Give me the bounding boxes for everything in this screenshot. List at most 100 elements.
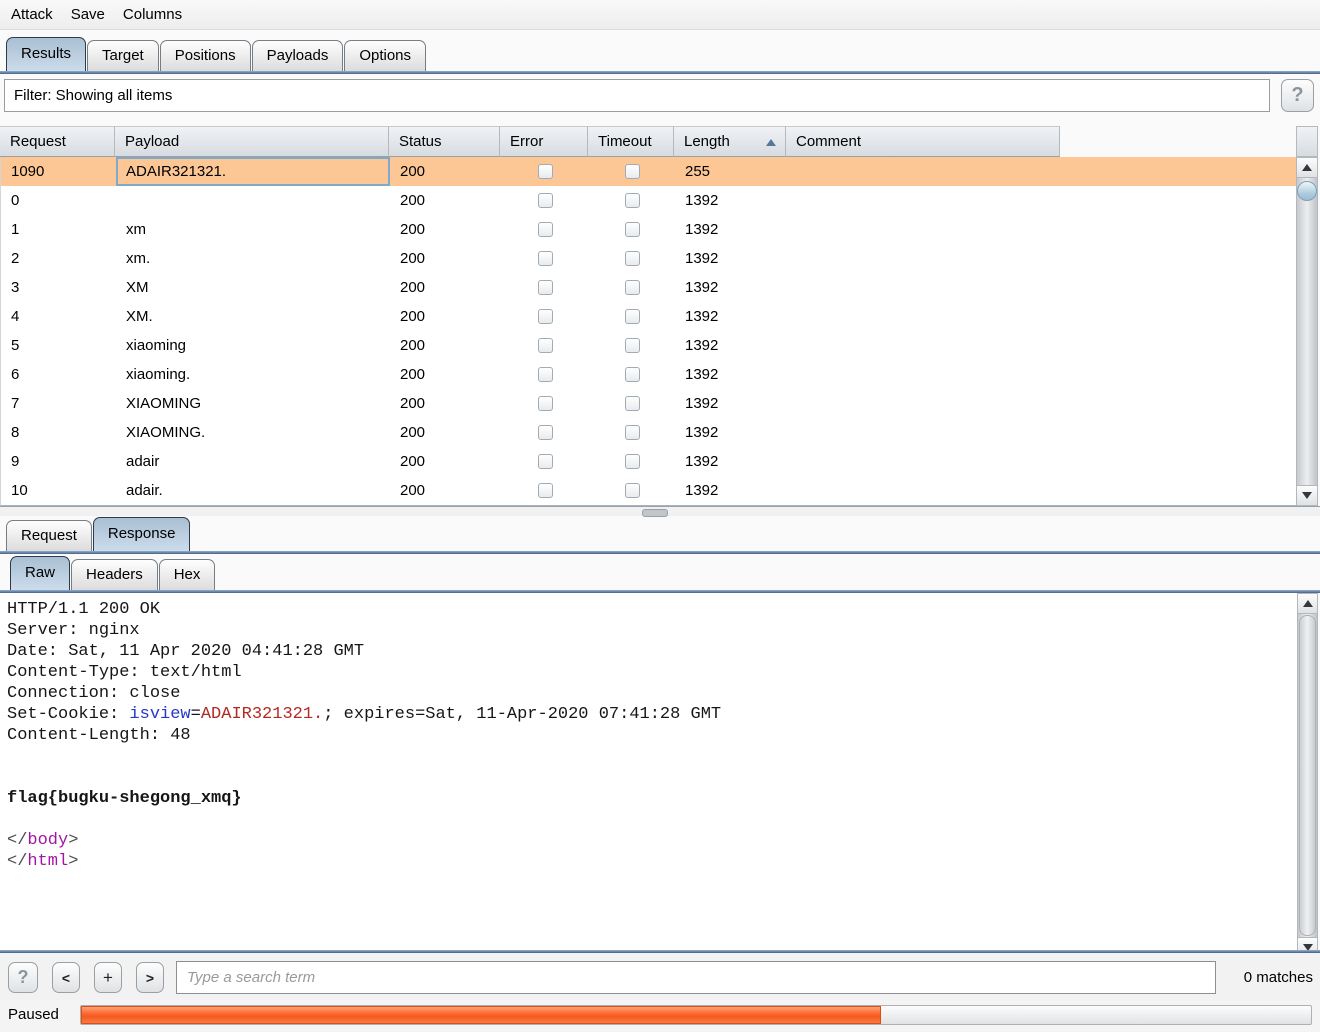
table-row[interactable]: 1090 ADAIR321321. 200 255 [1, 157, 1296, 186]
table-row[interactable]: 4 XM. 200 1392 [1, 302, 1296, 331]
response-line: Server: nginx [7, 621, 140, 640]
cell-timeout [589, 447, 675, 476]
cell-comment [787, 360, 1061, 389]
timeout-checkbox[interactable] [624, 222, 640, 237]
table-row[interactable]: 7 XIAOMING 200 1392 [1, 389, 1296, 418]
timeout-checkbox[interactable] [624, 280, 640, 295]
error-checkbox[interactable] [537, 483, 553, 498]
cell-error [501, 157, 589, 186]
column-header-comment[interactable]: Comment [786, 126, 1060, 157]
cell-length: 1392 [685, 453, 719, 470]
search-add-button[interactable]: + [94, 962, 122, 993]
scroll-up-button[interactable] [1298, 594, 1317, 614]
timeout-checkbox[interactable] [624, 425, 640, 440]
table-row[interactable]: 6 xiaoming. 200 1392 [1, 360, 1296, 389]
response-scrollbar[interactable] [1297, 593, 1318, 958]
cell-error [501, 215, 589, 244]
error-checkbox[interactable] [537, 309, 553, 324]
cell-status: 200 [400, 163, 426, 180]
table-row[interactable]: 3 XM 200 1392 [1, 273, 1296, 302]
table-row[interactable]: 5 xiaoming 200 1392 [1, 331, 1296, 360]
cell-status: 200 [400, 279, 426, 296]
timeout-checkbox[interactable] [624, 483, 640, 498]
error-checkbox[interactable] [537, 251, 553, 266]
up-arrow-icon [1302, 164, 1312, 171]
menubar: Attack Save Columns [0, 0, 1320, 30]
error-checkbox[interactable] [537, 454, 553, 469]
tab-payloads[interactable]: Payloads [251, 40, 344, 71]
tab-raw[interactable]: Raw [10, 556, 71, 590]
error-checkbox[interactable] [537, 280, 553, 295]
cell-request: 1090 [11, 163, 45, 180]
table-row[interactable]: 1 xm 200 1392 [1, 215, 1296, 244]
menu-item-attack[interactable]: Attack [2, 6, 62, 23]
scrollbar-thumb[interactable] [1297, 181, 1317, 201]
column-header-length[interactable]: Length [674, 126, 786, 157]
filter-bar[interactable]: Filter: Showing all items [4, 79, 1270, 112]
tab-hex[interactable]: Hex [158, 559, 216, 590]
search-input[interactable] [176, 961, 1216, 994]
table-row[interactable]: 2 xm. 200 1392 [1, 244, 1296, 273]
error-checkbox[interactable] [537, 164, 553, 179]
cell-request: 8 [11, 424, 20, 441]
cell-comment [787, 244, 1061, 273]
message-tabstrip: Request Response [6, 517, 191, 551]
help-button[interactable]: ? [1281, 79, 1314, 112]
cell-status: 200 [400, 337, 426, 354]
scrollbar-thumb[interactable] [1299, 615, 1316, 936]
scroll-up-button[interactable] [1297, 158, 1317, 178]
timeout-checkbox[interactable] [624, 251, 640, 266]
cell-timeout [589, 302, 675, 331]
timeout-checkbox[interactable] [624, 309, 640, 324]
error-checkbox[interactable] [537, 222, 553, 237]
table-row[interactable]: 0 200 1392 [1, 186, 1296, 215]
cell-status: 200 [400, 308, 426, 325]
search-help-button[interactable]: ? [8, 962, 38, 993]
timeout-checkbox[interactable] [624, 396, 640, 411]
response-line: </body> [7, 831, 79, 850]
error-checkbox[interactable] [537, 425, 553, 440]
cell-payload: XM. [126, 308, 153, 325]
tab-options[interactable]: Options [344, 40, 427, 71]
table-row[interactable]: 10 adair. 200 1392 [1, 476, 1296, 505]
timeout-checkbox[interactable] [624, 454, 640, 469]
response-editor[interactable]: HTTP/1.1 200 OK Server: nginx Date: Sat, 1… [0, 593, 1297, 958]
tab-request[interactable]: Request [6, 520, 92, 551]
error-checkbox[interactable] [537, 396, 553, 411]
menu-item-columns[interactable]: Columns [114, 6, 191, 23]
cell-request: 10 [11, 482, 28, 499]
column-header-status[interactable]: Status [389, 126, 500, 157]
menu-item-save[interactable]: Save [62, 6, 114, 23]
matches-label: 0 matches [1243, 969, 1313, 986]
timeout-checkbox[interactable] [624, 367, 640, 382]
split-divider[interactable] [0, 506, 1320, 517]
search-prev-button[interactable]: < [52, 962, 80, 993]
search-next-button[interactable]: > [136, 962, 164, 993]
cell-status: 200 [400, 453, 426, 470]
down-arrow-icon [1302, 492, 1312, 499]
table-row[interactable]: 8 XIAOMING. 200 1392 [1, 418, 1296, 447]
column-header-timeout[interactable]: Timeout [588, 126, 674, 157]
response-line [7, 809, 1297, 830]
tab-headers[interactable]: Headers [71, 559, 158, 590]
tab-results[interactable]: Results [6, 37, 87, 71]
error-checkbox[interactable] [537, 193, 553, 208]
table-row[interactable]: 9 adair 200 1392 [1, 447, 1296, 476]
error-checkbox[interactable] [537, 367, 553, 382]
results-scrollbar[interactable] [1296, 157, 1318, 506]
timeout-checkbox[interactable] [624, 338, 640, 353]
column-header-request[interactable]: Request [0, 126, 115, 157]
error-checkbox[interactable] [537, 338, 553, 353]
timeout-checkbox[interactable] [624, 193, 640, 208]
tab-target[interactable]: Target [87, 40, 159, 71]
column-header-error[interactable]: Error [500, 126, 588, 157]
column-header-payload[interactable]: Payload [115, 126, 389, 157]
tab-response[interactable]: Response [92, 517, 191, 551]
cell-payload: adair. [126, 482, 163, 499]
column-label: Status [399, 133, 442, 150]
timeout-checkbox[interactable] [624, 164, 640, 179]
cell-timeout [589, 331, 675, 360]
tab-positions[interactable]: Positions [159, 40, 251, 71]
cell-error [501, 476, 589, 505]
scroll-down-button[interactable] [1297, 485, 1317, 505]
